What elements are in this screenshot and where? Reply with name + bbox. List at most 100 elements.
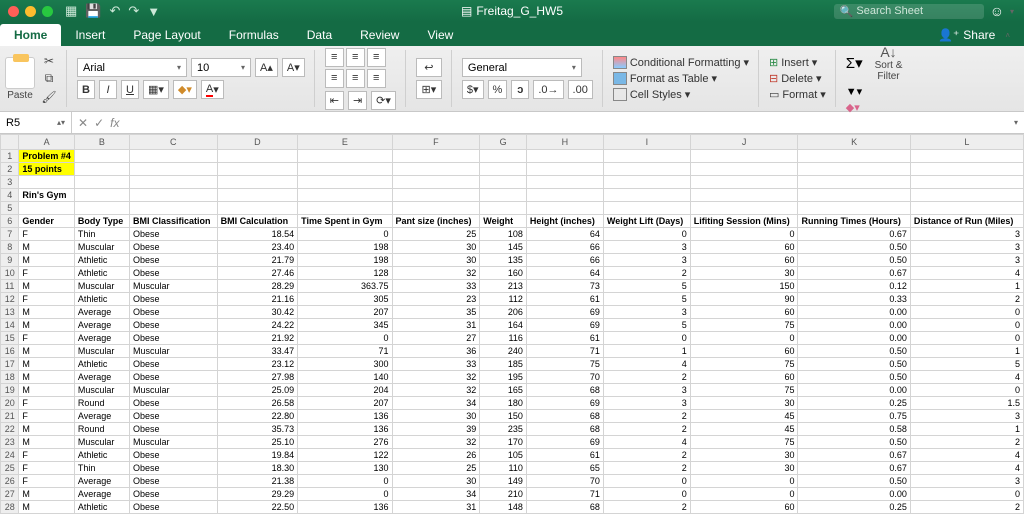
cell[interactable]: G	[480, 135, 527, 150]
cell[interactable]: 4	[910, 371, 1023, 384]
cell[interactable]	[392, 163, 480, 176]
cell[interactable]: 22	[1, 423, 19, 436]
cell[interactable]: 0.67	[798, 449, 910, 462]
cell[interactable]: 0.50	[798, 475, 910, 488]
cell[interactable]: 0	[298, 488, 392, 501]
cell[interactable]: 0.00	[798, 332, 910, 345]
cell[interactable]	[298, 163, 392, 176]
indent-dec[interactable]: ⇤	[325, 91, 344, 110]
comma-button[interactable]: ͻ	[511, 80, 529, 99]
cell[interactable]: 3	[910, 241, 1023, 254]
cell[interactable]: Weight Lift (Days)	[603, 215, 690, 228]
cell[interactable]	[480, 163, 527, 176]
cell[interactable]	[798, 189, 910, 202]
cell[interactable]: 0	[910, 319, 1023, 332]
cell[interactable]: Athletic	[74, 254, 129, 267]
cell[interactable]: 0	[690, 332, 798, 345]
cell[interactable]: 33.47	[217, 345, 297, 358]
cell[interactable]: H	[526, 135, 603, 150]
cell[interactable]	[129, 202, 217, 215]
cell[interactable]	[690, 176, 798, 189]
cell[interactable]	[392, 202, 480, 215]
cell[interactable]: 207	[298, 397, 392, 410]
cell[interactable]: Obese	[129, 410, 217, 423]
paste-icon[interactable]	[5, 57, 35, 89]
cell[interactable]: 0.25	[798, 501, 910, 514]
cell[interactable]	[526, 189, 603, 202]
cell[interactable]: 75	[526, 358, 603, 371]
cell[interactable]: 15	[1, 332, 19, 345]
cell[interactable]: 17	[1, 358, 19, 371]
cell[interactable]: 27	[392, 332, 480, 345]
copy-icon[interactable]: ⧉	[41, 72, 57, 86]
cell[interactable]: 0	[298, 332, 392, 345]
cell[interactable]: 60	[690, 345, 798, 358]
cell[interactable]: Muscular	[74, 280, 129, 293]
cell[interactable]: 235	[480, 423, 527, 436]
cell[interactable]: 136	[298, 410, 392, 423]
cell[interactable]	[74, 202, 129, 215]
cell[interactable]: 30	[690, 397, 798, 410]
cell[interactable]: M	[19, 436, 75, 449]
cell[interactable]: Muscular	[74, 436, 129, 449]
cell[interactable]	[480, 202, 527, 215]
cell[interactable]: 207	[298, 306, 392, 319]
cell[interactable]: 15 points	[19, 163, 75, 176]
cell[interactable]	[526, 163, 603, 176]
cell[interactable]: F	[19, 228, 75, 241]
cell[interactable]: 160	[480, 267, 527, 280]
cell[interactable]: Obese	[129, 475, 217, 488]
cell[interactable]: 2	[603, 501, 690, 514]
cell[interactable]: 30	[392, 475, 480, 488]
cell[interactable]	[298, 202, 392, 215]
cell[interactable]: 0	[603, 475, 690, 488]
cell[interactable]: 45	[690, 410, 798, 423]
share-button[interactable]: 👤⁺ Share ˄	[924, 24, 1024, 46]
cell[interactable]	[1, 135, 19, 150]
cell[interactable]: 61	[526, 449, 603, 462]
font-size-select[interactable]: 10▾	[191, 58, 251, 77]
cell[interactable]: 8	[1, 241, 19, 254]
cell[interactable]: 4	[1, 189, 19, 202]
cell[interactable]: 30	[392, 410, 480, 423]
cell[interactable]: 112	[480, 293, 527, 306]
cell[interactable]: Obese	[129, 462, 217, 475]
cell[interactable]: 0	[690, 228, 798, 241]
cell[interactable]	[129, 189, 217, 202]
cell[interactable]: 2	[1, 163, 19, 176]
enter-formula[interactable]: ✓	[94, 116, 104, 130]
cell[interactable]: 75	[690, 319, 798, 332]
wrap-text[interactable]: ↩	[416, 58, 442, 77]
cell[interactable]: 3	[603, 241, 690, 254]
cell[interactable]: 18.54	[217, 228, 297, 241]
cell[interactable]: 61	[526, 332, 603, 345]
cell[interactable]: 66	[526, 241, 603, 254]
cell[interactable]: 4	[603, 358, 690, 371]
cell[interactable]: 0	[910, 306, 1023, 319]
cell[interactable]	[217, 202, 297, 215]
cell[interactable]: Athletic	[74, 449, 129, 462]
cell[interactable]: Obese	[129, 228, 217, 241]
cell[interactable]	[603, 176, 690, 189]
cell[interactable]: 66	[526, 254, 603, 267]
tab-data[interactable]: Data	[293, 24, 346, 46]
cell[interactable]: 22.50	[217, 501, 297, 514]
cell[interactable]: 69	[526, 306, 603, 319]
cell[interactable]: 12	[1, 293, 19, 306]
cell[interactable]: 0.50	[798, 345, 910, 358]
cell[interactable]: M	[19, 254, 75, 267]
autosum-icon[interactable]: Σ▾	[846, 54, 863, 72]
cell[interactable]: 2	[910, 293, 1023, 306]
merge-cells[interactable]: ⊞▾	[416, 80, 442, 99]
cell[interactable]: Obese	[129, 423, 217, 436]
cell[interactable]: 2	[603, 371, 690, 384]
cell[interactable]: M	[19, 371, 75, 384]
font-color-button[interactable]: A▾	[201, 80, 224, 99]
cell[interactable]: M	[19, 488, 75, 501]
cell[interactable]: 24.22	[217, 319, 297, 332]
cell[interactable]: 130	[298, 462, 392, 475]
cell[interactable]	[480, 176, 527, 189]
cell[interactable]: M	[19, 423, 75, 436]
cell[interactable]: 34	[392, 488, 480, 501]
cell[interactable]: 30	[690, 462, 798, 475]
